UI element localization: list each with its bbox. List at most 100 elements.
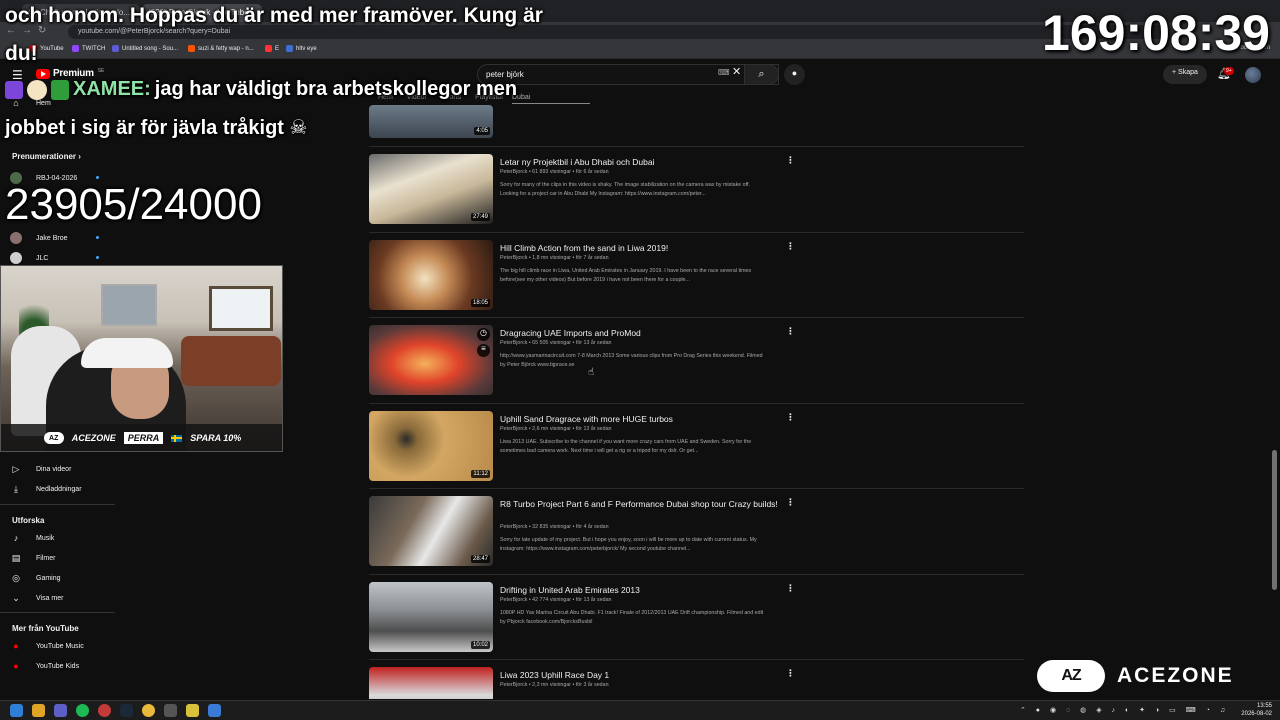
windows-start-icon[interactable] [10, 704, 23, 717]
notes-icon[interactable] [186, 704, 199, 717]
sidebar-item-movies[interactable]: ▤ Filmer [10, 553, 56, 564]
sidebar-item-sub[interactable]: Jake Broe [10, 232, 68, 244]
video-thumbnail[interactable]: 27:49 [369, 154, 493, 224]
steam-icon[interactable] [120, 704, 133, 717]
video-thumbnail[interactable]: 18:05 [369, 240, 493, 310]
subscriptions-heading[interactable]: Prenumerationer › [12, 152, 81, 161]
twitch-icon [72, 45, 79, 52]
youtube-music-icon: ● [13, 641, 19, 651]
music-icon [112, 45, 119, 52]
webcam-scene-sofa [181, 336, 281, 386]
divider [369, 574, 1024, 575]
bookmark-item[interactable]: Untitled song - Sou... [112, 45, 178, 52]
more-options-icon[interactable]: ⋮ [786, 412, 795, 423]
explore-heading: Utforska [12, 516, 45, 525]
more-options-icon[interactable]: ⋮ [786, 668, 795, 679]
spotify-icon[interactable] [76, 704, 89, 717]
sidebar-item-youtube-kids[interactable]: ● YouTube Kids [10, 661, 79, 671]
sidebar-item-your-videos[interactable]: ▷ Dina videor [10, 464, 72, 475]
list-item[interactable]: 18:05 Hill Climb Action from the sand in… [369, 240, 1024, 320]
region-code: SE [97, 68, 105, 74]
notification-badge: 9+ [1224, 67, 1234, 75]
scrollbar[interactable] [1272, 450, 1277, 590]
video-meta: PeterBjorck • 32 835 visningar • för 4 å… [500, 524, 609, 530]
video-title[interactable]: Uphill Sand Dragrace with more HUGE turb… [500, 413, 790, 425]
video-thumbnail[interactable]: 28:47 [369, 496, 493, 566]
video-thumbnail[interactable]: 4:05 [369, 105, 493, 138]
keyboard-icon[interactable]: ⌨ [718, 68, 730, 77]
discord-icon[interactable] [54, 704, 67, 717]
obs-icon[interactable] [98, 704, 111, 717]
chevron-down-icon: ⌄ [12, 593, 20, 603]
sidebar-item-music[interactable]: ♪ Musik [10, 533, 55, 543]
sponsor-code: PERRA [123, 432, 164, 444]
divider [369, 659, 1024, 660]
video-title[interactable]: R8 Turbo Project Part 6 and F Performanc… [500, 498, 790, 510]
sidebar-item-downloads[interactable]: ⤓ Nedladdningar [10, 484, 82, 495]
divider [369, 403, 1024, 404]
sidebar-item-show-more[interactable]: ⌄ Visa mer [10, 593, 64, 604]
list-item[interactable]: 27:49 Letar ny Projektbil i Abu Dhabi oc… [369, 154, 1024, 234]
system-tray[interactable]: ⌃ ● ◉ ◌ ◍ ◈ ♪ ◐ ✦ ◑ ▭ ⌨ ◔ ♫ [1020, 706, 1229, 714]
list-item[interactable]: 28:47 R8 Turbo Project Part 6 and F Perf… [369, 496, 1024, 576]
app-icon[interactable] [164, 704, 177, 717]
search-button[interactable]: ⌕ [744, 64, 779, 85]
more-options-icon[interactable]: ⋮ [786, 497, 795, 508]
video-meta: PeterBjorck • 42 774 visningar • för 13 … [500, 597, 612, 603]
chrome-icon[interactable] [142, 704, 155, 717]
sidebar-item-youtube-music[interactable]: ● YouTube Music [10, 641, 83, 651]
clear-search-icon[interactable]: ✕ [732, 65, 741, 78]
avatar[interactable] [1245, 67, 1261, 83]
chat-message-continued: jobbet i sig är för jävla tråkigt ☠ [5, 115, 307, 140]
search-icon: ⌕ [758, 68, 765, 80]
clock[interactable]: 13:55 2026-08-02 [1241, 702, 1272, 718]
more-options-icon[interactable]: ⋮ [786, 326, 795, 337]
new-content-dot [96, 236, 99, 239]
sponsor-discount: SPARA 10% [190, 433, 242, 443]
sidebar-item-sub[interactable]: JLC [10, 252, 48, 264]
sub-goal-counter: 23905/24000 [5, 180, 262, 229]
video-title[interactable]: Letar ny Projektbil i Abu Dhabi och Duba… [500, 156, 790, 168]
more-options-icon[interactable]: ⋮ [786, 583, 795, 594]
voice-search-button[interactable]: ● [784, 64, 805, 85]
more-options-icon[interactable]: ⋮ [786, 155, 795, 166]
add-to-queue-icon[interactable]: ≡ [477, 344, 490, 357]
taskbar: ⌃ ● ◉ ◌ ◍ ◈ ♪ ◐ ✦ ◑ ▭ ⌨ ◔ ♫ 13:55 2026-08… [0, 700, 1280, 720]
video-thumbnail[interactable] [369, 667, 493, 699]
video-title[interactable]: Dragracing UAE Imports and ProMod [500, 327, 790, 339]
divider [369, 146, 1024, 147]
bookmark-item[interactable]: E [265, 45, 279, 52]
list-item[interactable]: 10:02 Drifting in United Arab Emirates 2… [369, 582, 1024, 662]
list-item[interactable]: 11:12 Uphill Sand Dragrace with more HUG… [369, 411, 1024, 491]
video-thumbnail[interactable]: 11:12 [369, 411, 493, 481]
video-title[interactable]: Drifting in United Arab Emirates 2013 [500, 584, 790, 596]
video-description: The big hill climb race in Liwa, United … [500, 268, 752, 283]
sidebar-item-label: Filmer [36, 555, 56, 562]
clock-date: 2026-08-02 [1241, 711, 1272, 717]
bookmark-item[interactable]: hltv eye [286, 45, 317, 52]
sidebar-item-label: Dina videor [36, 466, 72, 473]
video-title[interactable]: Hill Climb Action from the sand in Liwa … [500, 242, 790, 254]
file-explorer-icon[interactable] [32, 704, 45, 717]
watch-later-icon[interactable]: ◷ [477, 328, 490, 341]
video-title[interactable]: Liwa 2023 Uphill Race Day 1 [500, 669, 790, 681]
webcam-scene-window [209, 286, 273, 331]
sidebar-item-label: JLC [36, 254, 49, 262]
video-thumbnail[interactable]: 10:02 [369, 582, 493, 652]
more-options-icon[interactable]: ⋮ [786, 241, 795, 252]
video-thumbnail[interactable]: ◷ ≡ [369, 325, 493, 395]
list-item[interactable]: 4:05 [369, 105, 1024, 138]
bookmark-item[interactable]: suzi & fetty wap - n... [188, 45, 254, 52]
clock-time: 13:55 [1256, 703, 1272, 709]
chat-badge-icon [5, 80, 23, 99]
sidebar-item-gaming[interactable]: ◎ Gaming [10, 573, 60, 584]
list-item[interactable]: ◷ ≡ Dragracing UAE Imports and ProMod Pe… [369, 325, 1024, 405]
chat-username: XAMEE: [73, 78, 151, 100]
list-item[interactable]: Liwa 2023 Uphill Race Day 1 PeterBjorck … [369, 667, 1024, 699]
bookmark-item[interactable]: TWITCH [72, 45, 105, 52]
hltv-icon [286, 45, 293, 52]
channel-search-field[interactable]: Dubai [512, 94, 590, 104]
sidebar-item-label: Visa mer [36, 595, 64, 602]
create-button[interactable]: + Skapa [1163, 65, 1207, 84]
app-icon[interactable] [208, 704, 221, 717]
